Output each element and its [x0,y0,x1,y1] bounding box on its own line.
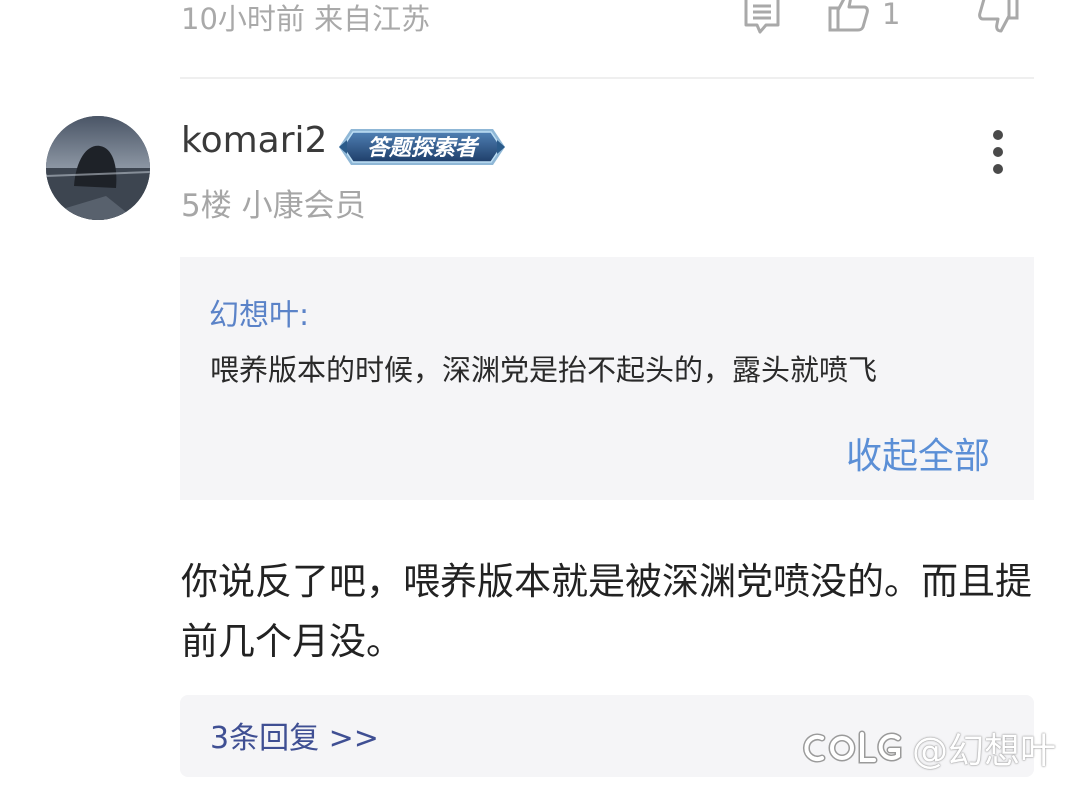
watermark-text: @幻想叶 [912,731,1057,772]
colg-logo-icon [802,730,902,764]
comment-text: 你说反了吧，喂养版本就是被深渊党喷没的。而且提前几个月没。 [181,560,1032,663]
prev-comment-meta: 10小时前 来自江苏 [181,2,431,36]
quote-author[interactable]: 幻想叶: [209,290,309,334]
view-replies-link[interactable]: 3条回复 >> [210,713,379,757]
comment-icon[interactable] [738,0,786,38]
divider [180,77,1034,79]
avatar[interactable] [46,116,150,220]
like-button[interactable]: 1 [826,0,900,38]
floor-info: 5楼 小康会员 [181,188,366,224]
badge-label: 答题探索者 [367,135,480,161]
more-vertical-icon[interactable] [978,122,1018,182]
thumbs-down-icon[interactable] [974,0,1022,38]
quote-text: 喂养版本的时候，深渊党是抬不起头的，露头就喷飞 [210,353,878,387]
like-count: 1 [882,0,901,31]
watermark: @幻想叶 [800,720,1056,776]
collapse-button[interactable]: 收起全部 [846,427,990,479]
thumbs-up-icon [826,0,872,39]
user-badge: 答题探索者 [337,124,507,170]
username[interactable]: komari2 [181,120,327,161]
